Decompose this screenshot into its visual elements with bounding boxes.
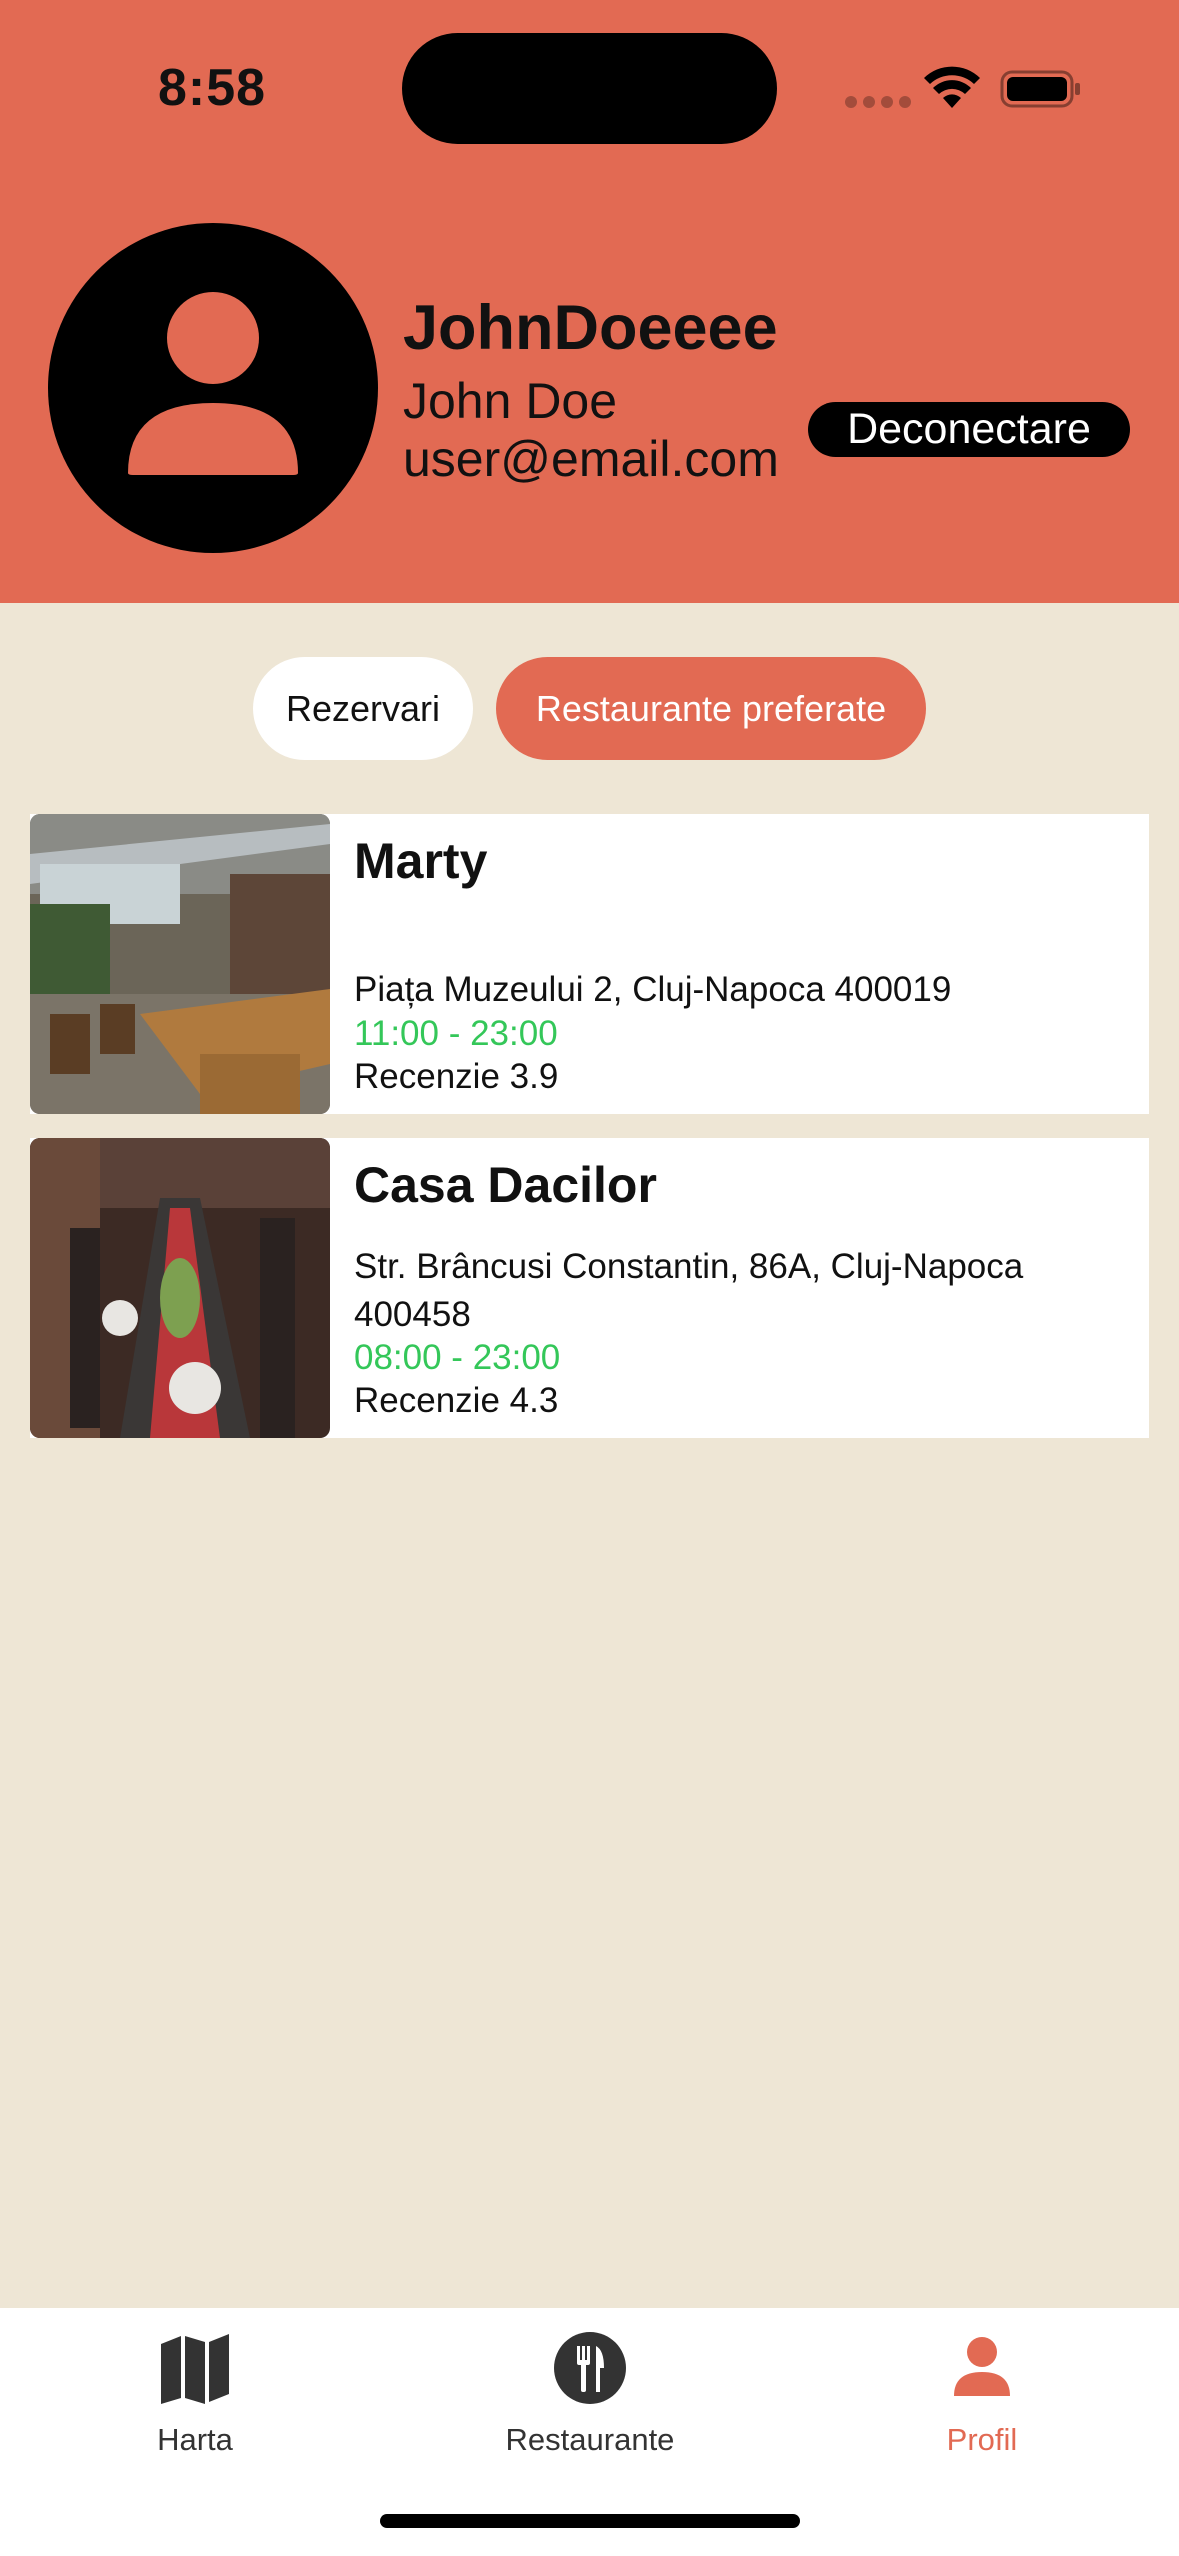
tab-bar-item-harta[interactable]: Harta [45, 2308, 345, 2488]
tab-bar-label: Harta [157, 2422, 233, 2457]
cellular-signal-icon [845, 96, 911, 108]
restaurant-card[interactable]: Casa Dacilor Str. Brâncusi Constantin, 8… [30, 1138, 1149, 1438]
restaurant-address: Piața Muzeului 2, Cluj-Napoca 400019 [354, 970, 952, 1009]
profile-header: 8:58 JohnDoeeee John Doe user@email.com … [0, 0, 1179, 603]
tab-bar-label: Profil [946, 2422, 1018, 2457]
profile-username: JohnDoeeee [403, 293, 778, 363]
restaurant-photo [30, 814, 330, 1114]
restaurant-name: Marty [354, 833, 488, 889]
restaurant-address: Str. Brâncusi Constantin, 86A, Cluj-Napo… [354, 1247, 1024, 1334]
profile-screen: 8:58 JohnDoeeee John Doe user@email.com … [0, 0, 1179, 2556]
restaurant-card[interactable]: Marty Piața Muzeului 2, Cluj-Napoca 4000… [30, 814, 1149, 1114]
tab-bar-item-restaurante[interactable]: Restaurante [440, 2308, 740, 2488]
restaurant-name: Casa Dacilor [354, 1157, 657, 1213]
restaurant-photo [30, 1138, 330, 1438]
logout-button[interactable]: Deconectare [808, 402, 1130, 457]
profile-full-name: John Doe [403, 373, 618, 429]
restaurant-review: Recenzie 3.9 [354, 1057, 559, 1096]
status-time: 8:58 [158, 59, 267, 117]
status-bar: 8:58 [0, 0, 1179, 170]
dynamic-island [402, 33, 777, 144]
tab-bar-label: Restaurante [505, 2422, 675, 2457]
wifi-icon [924, 66, 980, 108]
tab-restaurante-preferate[interactable]: Restaurante preferate [496, 657, 926, 760]
tab-bar-item-profil[interactable]: Profil [832, 2308, 1132, 2488]
restaurant-review: Recenzie 4.3 [354, 1381, 559, 1420]
avatar [48, 223, 378, 553]
fork-knife-icon [554, 2332, 626, 2404]
restaurant-hours: 08:00 - 23:00 [354, 1338, 561, 1377]
profile-email: user@email.com [403, 431, 779, 487]
person-icon [954, 2337, 1010, 2396]
battery-icon [1000, 70, 1080, 108]
home-indicator[interactable] [380, 2514, 800, 2528]
restaurant-hours: 11:00 - 23:00 [354, 1014, 558, 1053]
person-avatar-icon [128, 292, 298, 475]
map-icon [161, 2334, 229, 2404]
tab-rezervari[interactable]: Rezervari [253, 657, 473, 760]
